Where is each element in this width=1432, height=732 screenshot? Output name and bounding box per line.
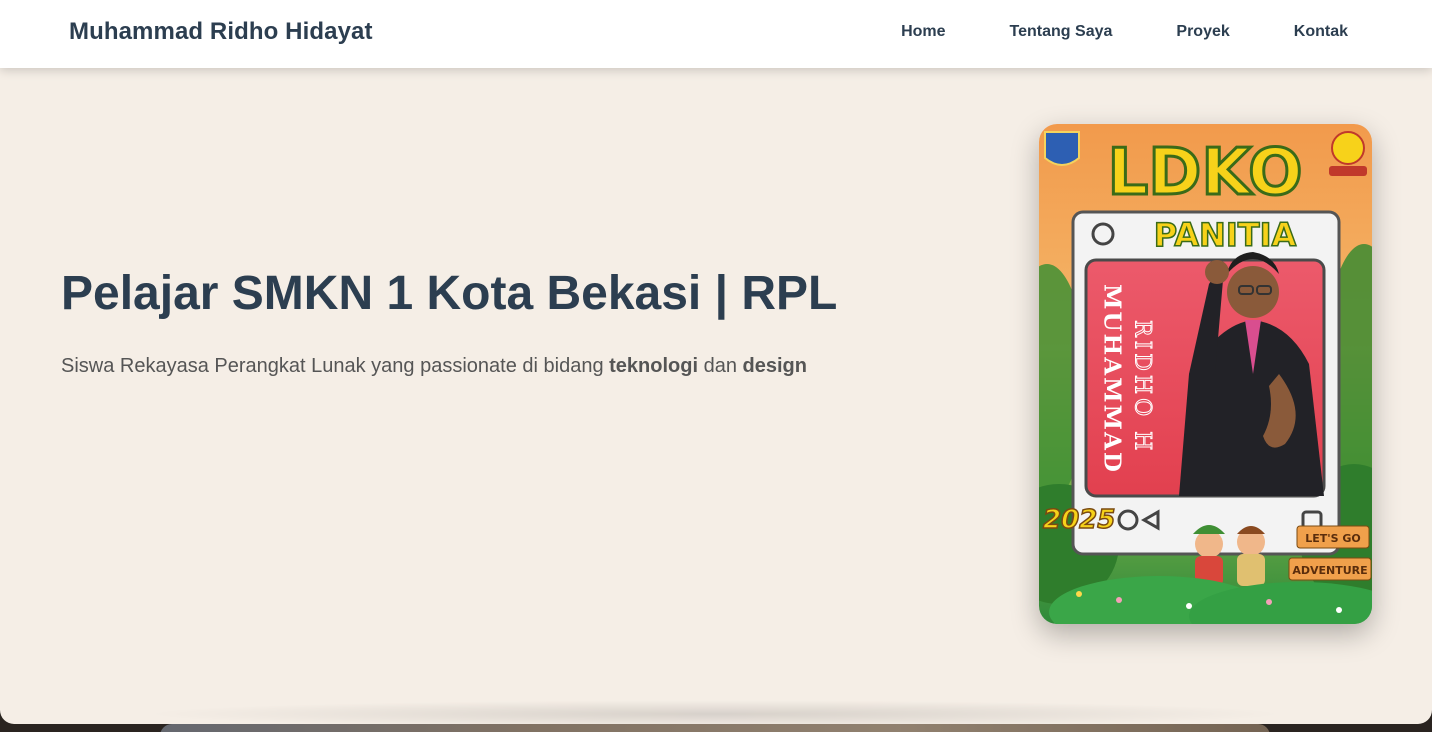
next-section-preview [160,724,1270,732]
hero-subtitle-text: Siswa Rekayasa Perangkat Lunak yang pass… [61,355,610,377]
hero-subtitle-bold-design: design [742,355,807,377]
hero-title: Pelajar SMKN 1 Kota Bekasi | RPL [61,267,838,320]
sign-1-text: LET'S GO [1305,532,1361,545]
role-text: PANITIA [1154,216,1297,254]
nav-link-proyek[interactable]: Proyek [1176,23,1229,41]
hero-subtitle-bold-teknologi: teknologi [609,355,699,377]
navbar: Muhammad Ridho Hidayat Home Tentang Saya… [0,0,1432,68]
nav-link-tentang-saya[interactable]: Tentang Saya [1010,23,1113,41]
banner-text: LDKO [1107,136,1302,210]
profile-photo: LDKO PANITIA MUHAMMAD RIDHO H 2025 LET'S… [1039,124,1372,624]
sign-2-text: ADVENTURE [1292,564,1367,577]
nav-link-kontak[interactable]: Kontak [1294,23,1348,41]
brand-name[interactable]: Muhammad Ridho Hidayat [69,18,373,46]
hero-subtitle: Siswa Rekayasa Perangkat Lunak yang pass… [61,355,807,378]
hero-subtitle-mid: dan [698,355,743,377]
name-vertical-1: MUHAMMAD [1099,284,1126,474]
year-text: 2025 [1043,505,1115,535]
name-vertical-2: RIDHO H [1130,320,1155,454]
nav-links: Home Tentang Saya Proyek Kontak [901,23,1348,41]
nav-link-home[interactable]: Home [901,23,945,41]
profile-photo-illustration: LDKO PANITIA MUHAMMAD RIDHO H 2025 LET'S… [1039,124,1372,624]
hero-section: Pelajar SMKN 1 Kota Bekasi | RPL Siswa R… [0,68,1432,724]
